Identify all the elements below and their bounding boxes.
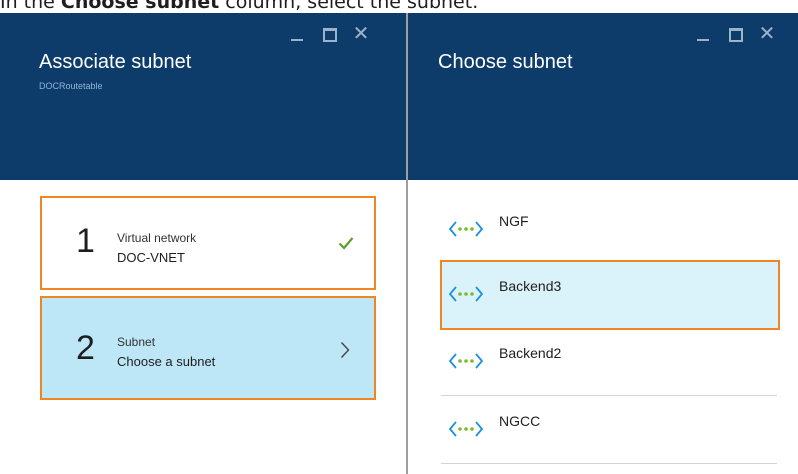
subnet-item-backend3[interactable]: Backend3 xyxy=(440,260,780,330)
subnet-item-ngf[interactable]: NGF xyxy=(441,196,777,264)
step-label: Subnet xyxy=(117,335,156,349)
blade-subtitle: DOCRoutetable xyxy=(39,81,103,91)
subnet-name: Backend3 xyxy=(499,278,562,294)
associate-subnet-blade: Associate subnet DOCRoutetable ✕ 1 Virtu… xyxy=(0,13,408,474)
subnet-name: NGCC xyxy=(499,413,541,429)
minimize-icon[interactable] xyxy=(287,21,307,45)
blade-title: Choose subnet xyxy=(438,51,573,73)
choose-subnet-blade: Choose subnet ✕ NGF Backend3 Backend2 NG… xyxy=(408,13,798,474)
close-icon[interactable]: ✕ xyxy=(757,21,777,45)
step-subnet[interactable]: 2 Subnet Choose a subnet xyxy=(40,296,376,400)
minimize-icon[interactable] xyxy=(693,21,713,45)
chevron-right-icon xyxy=(340,342,350,358)
network-subnet-icon xyxy=(448,421,484,437)
blade-header: Associate subnet DOCRoutetable ✕ xyxy=(0,13,406,180)
step-value: Choose a subnet xyxy=(117,354,216,369)
caption-suffix: column, select the subnet. xyxy=(219,0,479,13)
instruction-caption: In the Choose subnet column, select the … xyxy=(0,0,798,13)
step-value: DOC-VNET xyxy=(117,250,185,265)
caption-prefix: In the xyxy=(0,0,61,13)
close-icon[interactable]: ✕ xyxy=(351,21,371,45)
network-subnet-icon xyxy=(448,221,484,237)
network-subnet-icon xyxy=(448,286,484,302)
checkmark-icon xyxy=(338,237,354,250)
maximize-icon[interactable] xyxy=(320,21,340,45)
subnet-name: Backend2 xyxy=(499,345,562,361)
subnet-item-ngcc[interactable]: NGCC xyxy=(441,396,777,464)
step-number: 1 xyxy=(76,222,95,260)
step-number: 2 xyxy=(76,329,95,367)
step-virtual-network[interactable]: 1 Virtual network DOC-VNET xyxy=(40,196,376,290)
subnet-name: NGF xyxy=(499,213,529,229)
network-subnet-icon xyxy=(448,353,484,369)
step-label: Virtual network xyxy=(117,231,197,245)
blade-title: Associate subnet xyxy=(39,51,192,73)
caption-bold: Choose subnet xyxy=(60,0,220,13)
subnet-item-backend2[interactable]: Backend2 xyxy=(441,328,777,396)
maximize-icon[interactable] xyxy=(726,21,746,45)
blade-header: Choose subnet ✕ xyxy=(408,13,798,180)
